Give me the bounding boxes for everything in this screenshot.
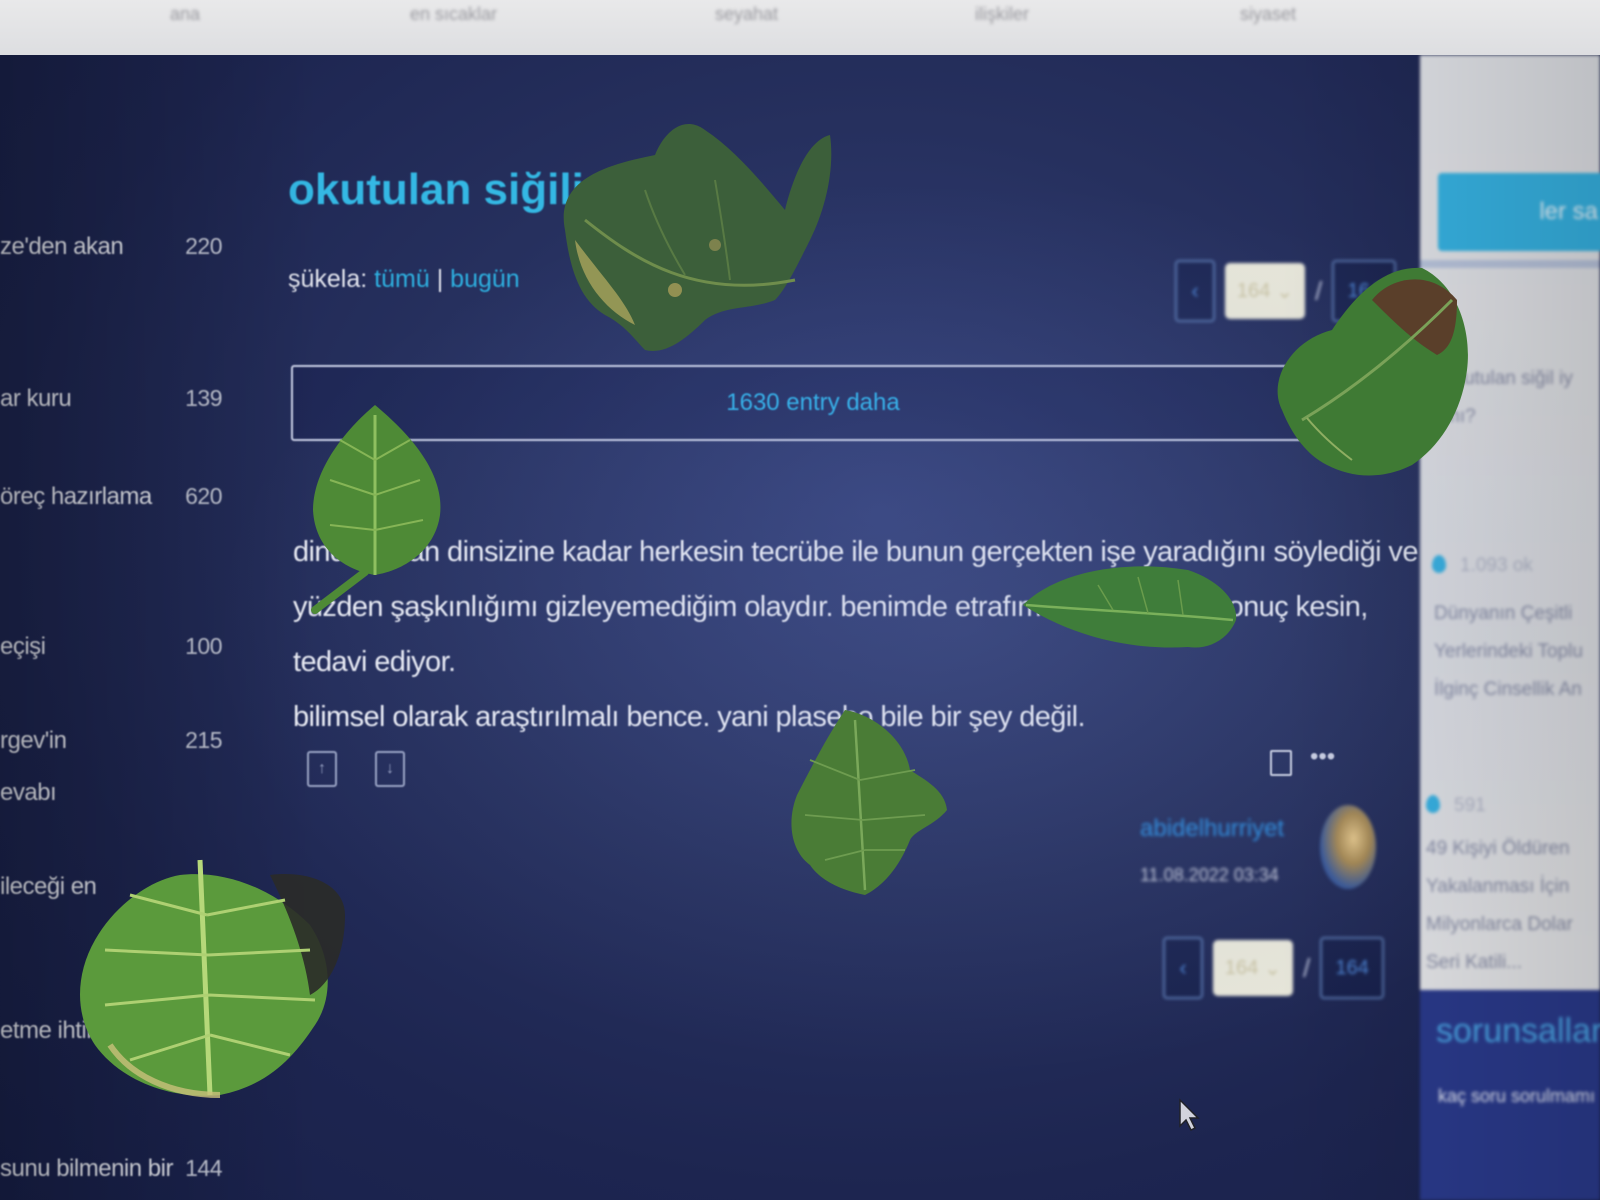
card-line[interactable]: Yerlerindeki Toplu (1434, 633, 1583, 671)
sidebar-topic-count: 215 (185, 727, 222, 753)
sukela-separator: | (436, 265, 444, 293)
sukela-label: şükela: (288, 265, 368, 293)
sidebar-topic-label: ar kuru (0, 385, 72, 412)
arrow-up-icon: ↑ (318, 760, 326, 777)
card-meta: 591 (1454, 795, 1486, 816)
more-options-button[interactable]: ••• (1310, 743, 1335, 771)
prev-page-button[interactable]: ‹ (1175, 260, 1215, 322)
card-line[interactable]: Milyonlarca Dolar (1426, 906, 1573, 944)
downvote-button[interactable]: ↓ (375, 751, 405, 787)
entry-author[interactable]: abidelhurriyet (1140, 815, 1284, 843)
share-icon[interactable] (1270, 750, 1292, 776)
nav-item[interactable]: seyahat (715, 4, 778, 25)
sidebar-topic-label: eçişi (0, 633, 46, 660)
sorunsallar-item[interactable]: kaç soru sorulmamı (1438, 1086, 1595, 1107)
sidebar-topic-label: sunu bilmenin bir (0, 1155, 173, 1182)
sidebar-topic-count: 220 (185, 233, 222, 259)
sidebar-topic-count: 620 (185, 483, 222, 509)
leaf-image (80, 859, 345, 1098)
sidebar-topic-label: rgev'in (0, 727, 67, 754)
sidebar-topic-label: ze'den akan (0, 233, 124, 260)
top-navigation: ana en sıcaklar seyahat ilişkiler siyase… (0, 0, 1600, 60)
leaf-image (1023, 566, 1237, 648)
nav-item[interactable]: en sıcaklar (410, 4, 497, 25)
sidebar-topic-count: 144 (185, 1155, 222, 1181)
nav-item[interactable]: siyaset (1240, 4, 1296, 25)
sidebar-topic-count: 139 (185, 385, 222, 411)
sukela-filter: şükela: tümü | bugün (288, 265, 520, 294)
chevron-down-icon: ⌄ (1264, 957, 1282, 980)
mouse-cursor-icon (1179, 1098, 1200, 1132)
card-meta: 1.093 ok (1460, 555, 1533, 576)
right-action-button[interactable]: ler sa (1438, 173, 1600, 251)
sorunsallar-title[interactable]: sorunsallar (1436, 1012, 1600, 1051)
card-line[interactable]: İlginç Cinsellik An (1434, 671, 1582, 709)
prev-page-button[interactable]: ‹ (1163, 937, 1203, 999)
leaf-image (311, 405, 441, 614)
leaf-image (1277, 267, 1468, 476)
entry-date[interactable]: 11.08.2022 03:34 (1140, 865, 1279, 886)
page-select[interactable]: 164 ⌄ (1213, 940, 1293, 996)
page-select-value: 164 (1224, 956, 1259, 979)
last-page-button[interactable]: 164 (1320, 937, 1385, 999)
leaf-image (563, 124, 832, 351)
pager-slash: / (1303, 952, 1311, 983)
card-line[interactable]: Seri Katili... (1426, 944, 1522, 982)
upvote-button[interactable]: ↑ (307, 751, 337, 787)
sorunsallar-panel: sorunsallar kaç soru sorulmamı (1420, 990, 1600, 1200)
sukela-today-link[interactable]: bugün (450, 265, 520, 293)
avatar[interactable] (1320, 805, 1376, 889)
sukela-all-link[interactable]: tümü (374, 265, 430, 293)
nav-item[interactable]: ilişkiler (975, 4, 1029, 25)
sidebar-topic-count: 100 (185, 633, 222, 659)
sidebar-topic-label: öreç hazırlama (0, 483, 152, 510)
sidebar-topic-label: evabı (0, 779, 57, 806)
pager-bottom: ‹ 164 ⌄ / 164 (1163, 937, 1385, 999)
card-line[interactable]: Yakalanması İçin (1426, 868, 1569, 906)
drop-icon (1432, 555, 1446, 573)
arrow-down-icon: ↓ (386, 760, 394, 777)
nav-item[interactable]: ana (170, 4, 200, 25)
card-line[interactable]: Dünyanın Çeşitli (1434, 595, 1572, 633)
more-entries-label: 1630 entry daha (726, 389, 900, 416)
card-line[interactable]: 49 Kişiyi Öldüren (1426, 830, 1570, 868)
right-panel: ler sa okutulan siğil iy mı? 1.093 ok Dü… (1420, 55, 1600, 1200)
leaf-image (791, 710, 947, 895)
drop-icon (1426, 795, 1440, 813)
